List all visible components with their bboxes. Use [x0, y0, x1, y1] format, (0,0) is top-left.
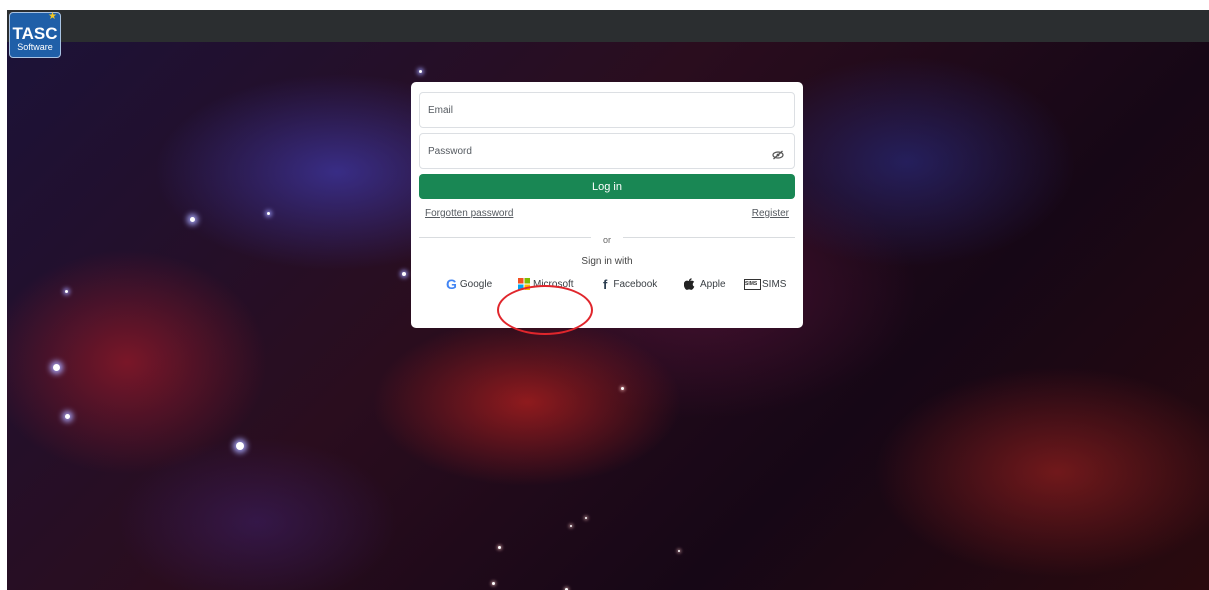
sign-in-with-label: Sign in with [581, 256, 633, 267]
login-button[interactable]: Log in [419, 174, 795, 199]
facebook-signin-button[interactable]: f Facebook [603, 275, 657, 293]
sims-signin-button[interactable]: SIMS SIMS [744, 275, 786, 293]
apple-label: Apple [700, 278, 726, 290]
or-text: or [602, 235, 611, 245]
password-field-wrapper [419, 133, 795, 169]
facebook-icon: f [603, 276, 608, 292]
password-input[interactable] [420, 134, 794, 168]
facebook-label: Facebook [613, 278, 658, 290]
logo-subtitle: Software [17, 42, 53, 52]
background-star [402, 272, 406, 276]
background-star [585, 517, 587, 519]
google-icon: G [446, 276, 457, 292]
top-bar [7, 10, 1209, 42]
apple-icon [684, 278, 695, 290]
background-star [65, 290, 68, 293]
or-divider: or [419, 230, 795, 245]
divider-line [419, 237, 591, 238]
background-star [498, 546, 501, 549]
microsoft-icon [518, 278, 530, 290]
background-star [236, 442, 244, 450]
logo-title: TASC [12, 24, 58, 43]
star-icon: ★ [48, 11, 57, 22]
email-input[interactable] [420, 93, 794, 127]
sims-icon: SIMS [744, 278, 761, 290]
app-frame: ★ TASC Software Email Log in Forgotten p… [7, 10, 1209, 590]
microsoft-signin-button[interactable]: Microsoft [518, 275, 574, 293]
register-link[interactable]: Register [752, 208, 789, 219]
sso-providers: G Google Microsoft f Facebook Apple SIMS… [419, 275, 795, 295]
divider-line [623, 237, 795, 238]
background-star [267, 212, 270, 215]
background-star [190, 217, 195, 222]
background-star [570, 525, 572, 527]
apple-signin-button[interactable]: Apple [684, 275, 726, 293]
forgotten-password-link[interactable]: Forgotten password [425, 208, 513, 219]
microsoft-label: Microsoft [533, 278, 574, 290]
email-field-wrapper [419, 92, 795, 128]
sims-label: SIMS [762, 278, 787, 290]
background-star [419, 70, 422, 73]
tasc-logo[interactable]: ★ TASC Software [9, 12, 61, 58]
account-links: Forgotten password Register [419, 208, 795, 228]
background-star [65, 414, 70, 419]
eye-slash-icon[interactable] [772, 147, 784, 160]
background-star [678, 550, 680, 552]
google-signin-button[interactable]: G Google [446, 275, 492, 293]
login-card: Log in Forgotten password Register or Si… [411, 82, 803, 328]
background-star [621, 387, 624, 390]
google-label: Google [459, 278, 493, 290]
background-star [53, 364, 60, 371]
background-star [492, 582, 495, 585]
